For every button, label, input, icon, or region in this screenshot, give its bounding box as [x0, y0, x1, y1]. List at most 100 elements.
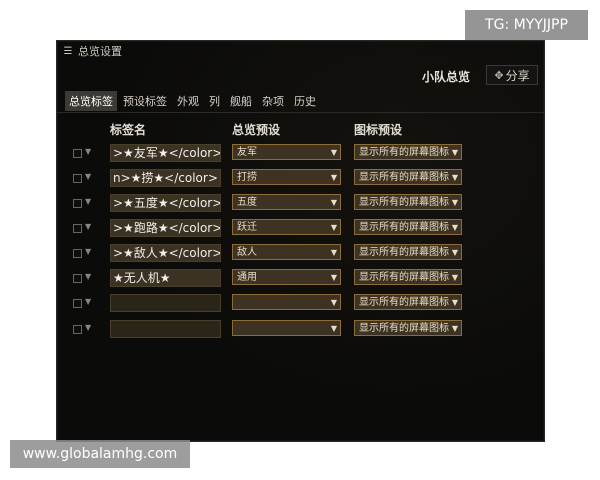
chevron-down-icon: ▼: [451, 173, 458, 182]
chevron-down-icon: ▼: [451, 223, 458, 232]
overview-preset-select[interactable]: 跃迁 ▼: [232, 219, 341, 235]
chevron-down-icon: ▼: [330, 273, 337, 282]
row-checkbox[interactable]: [73, 199, 82, 208]
icon-preset-select[interactable]: 显示所有的屏幕图标 ▼: [354, 320, 462, 336]
overview-preset-select[interactable]: 打捞 ▼: [232, 169, 341, 185]
tab-bar: 总览标签 预设标签 外观 列 舰船 杂项 历史: [65, 91, 322, 111]
row-checkbox[interactable]: [73, 325, 82, 334]
label-name-field[interactable]: >★五度★</color>: [110, 194, 221, 212]
icon-preset-select[interactable]: 显示所有的屏幕图标 ▼: [354, 144, 462, 160]
chevron-down-icon: ▼: [330, 248, 337, 257]
icon-preset-select[interactable]: 显示所有的屏幕图标 ▼: [354, 244, 462, 260]
chevron-down-icon[interactable]: ▼: [85, 247, 91, 256]
tab-divider: [57, 112, 544, 113]
icon-preset-select[interactable]: 显示所有的屏幕图标 ▼: [354, 169, 462, 185]
overview-preset-select[interactable]: 友军 ▼: [232, 144, 341, 160]
chevron-down-icon: ▼: [330, 173, 337, 182]
icon-preset-select[interactable]: 显示所有的屏幕图标 ▼: [354, 194, 462, 210]
chevron-down-icon: ▼: [330, 223, 337, 232]
column-header-label-name: 标签名: [110, 123, 147, 137]
table-row: ▼ >★五度★</color> 五度 ▼ 显示所有的屏幕图标 ▼: [57, 194, 544, 212]
label-name-field[interactable]: >★跑路★</color>: [110, 219, 221, 237]
table-row: ▼ >★跑路★</color> 跃迁 ▼ 显示所有的屏幕图标 ▼: [57, 219, 544, 237]
row-checkbox[interactable]: [73, 274, 82, 283]
window-titlebar[interactable]: ☰ 总览设置: [57, 41, 544, 61]
chevron-down-icon[interactable]: ▼: [85, 222, 91, 231]
column-header-overview-preset: 总览预设: [232, 123, 281, 137]
chevron-down-icon[interactable]: ▼: [85, 147, 91, 156]
tab-misc[interactable]: 杂项: [258, 91, 288, 111]
tab-ships[interactable]: 舰船: [226, 91, 256, 111]
tab-overview-labels[interactable]: 总览标签: [65, 91, 117, 111]
icon-preset-select[interactable]: 显示所有的屏幕图标 ▼: [354, 219, 462, 235]
overview-preset-value: 敌人: [237, 247, 257, 258]
share-button[interactable]: ✥ 分享: [486, 65, 538, 85]
chevron-down-icon: ▼: [451, 273, 458, 282]
row-checkbox[interactable]: [73, 224, 82, 233]
chevron-down-icon: ▼: [330, 324, 337, 333]
menu-icon[interactable]: ☰: [62, 46, 74, 57]
overview-preset-value: 打捞: [237, 172, 257, 183]
row-checkbox[interactable]: [73, 299, 82, 308]
tab-history[interactable]: 历史: [290, 91, 320, 111]
label-name-field[interactable]: n>★捞★</color>: [110, 169, 221, 187]
chevron-down-icon: ▼: [451, 324, 458, 333]
icon-preset-value: 显示所有的屏幕图标: [359, 172, 449, 183]
tab-preset-labels[interactable]: 预设标签: [119, 91, 171, 111]
overview-preset-value: 友军: [237, 147, 257, 158]
chevron-down-icon[interactable]: ▼: [85, 197, 91, 206]
table-row: ▼ ★无人机★ 通用 ▼ 显示所有的屏幕图标 ▼: [57, 269, 544, 287]
chevron-down-icon: ▼: [330, 198, 337, 207]
table-row: ▼ n>★捞★</color> 打捞 ▼ 显示所有的屏幕图标 ▼: [57, 169, 544, 187]
table-row: ▼ ▼ 显示所有的屏幕图标 ▼: [57, 294, 544, 312]
share-icon: ✥: [494, 68, 504, 82]
chevron-down-icon: ▼: [451, 248, 458, 257]
overview-preset-select[interactable]: ▼: [232, 294, 341, 310]
icon-preset-value: 显示所有的屏幕图标: [359, 247, 449, 258]
overview-preset-value: 通用: [237, 272, 257, 283]
label-name-field[interactable]: [110, 294, 221, 312]
overview-preset-select[interactable]: 五度 ▼: [232, 194, 341, 210]
chevron-down-icon: ▼: [330, 148, 337, 157]
row-checkbox[interactable]: [73, 174, 82, 183]
tg-watermark: TG: MYYJJPP: [465, 10, 588, 40]
icon-preset-value: 显示所有的屏幕图标: [359, 222, 449, 233]
icon-preset-value: 显示所有的屏幕图标: [359, 323, 449, 334]
tab-appearance[interactable]: 外观: [173, 91, 203, 111]
chevron-down-icon[interactable]: ▼: [85, 297, 91, 306]
chevron-down-icon: ▼: [451, 298, 458, 307]
table-row: ▼ >★友军★</color> 友军 ▼ 显示所有的屏幕图标 ▼: [57, 144, 544, 162]
icon-preset-select[interactable]: 显示所有的屏幕图标 ▼: [354, 294, 462, 310]
squad-overview-label: 小队总览: [422, 70, 471, 84]
overview-preset-select[interactable]: ▼: [232, 320, 341, 336]
icon-preset-value: 显示所有的屏幕图标: [359, 197, 449, 208]
overview-preset-value: 跃迁: [237, 222, 257, 233]
label-name-field[interactable]: >★敌人★</color>: [110, 244, 221, 262]
icon-preset-value: 显示所有的屏幕图标: [359, 272, 449, 283]
chevron-down-icon: ▼: [451, 148, 458, 157]
label-name-field[interactable]: [110, 320, 221, 338]
table-row: ▼ ▼ 显示所有的屏幕图标 ▼: [57, 320, 544, 338]
overview-settings-window: ☰ 总览设置 小队总览 ✥ 分享 总览标签 预设标签 外观 列 舰船 杂项 历史…: [56, 40, 545, 442]
label-name-field[interactable]: ★无人机★: [110, 269, 221, 287]
column-header-icon-preset: 图标预设: [354, 123, 403, 137]
table-row: ▼ >★敌人★</color> 敌人 ▼ 显示所有的屏幕图标 ▼: [57, 244, 544, 262]
chevron-down-icon: ▼: [451, 198, 458, 207]
icon-preset-select[interactable]: 显示所有的屏幕图标 ▼: [354, 269, 462, 285]
chevron-down-icon[interactable]: ▼: [85, 172, 91, 181]
site-watermark: www.globalamhg.com: [10, 440, 190, 468]
chevron-down-icon: ▼: [330, 298, 337, 307]
icon-preset-value: 显示所有的屏幕图标: [359, 297, 449, 308]
icon-preset-value: 显示所有的屏幕图标: [359, 147, 449, 158]
share-label: 分享: [505, 68, 530, 83]
chevron-down-icon[interactable]: ▼: [85, 272, 91, 281]
label-name-field[interactable]: >★友军★</color>: [110, 144, 221, 162]
overview-preset-select[interactable]: 敌人 ▼: [232, 244, 341, 260]
overview-preset-value: 五度: [237, 197, 257, 208]
overview-preset-select[interactable]: 通用 ▼: [232, 269, 341, 285]
tab-columns[interactable]: 列: [205, 91, 224, 111]
window-title: 总览设置: [78, 45, 122, 58]
chevron-down-icon[interactable]: ▼: [85, 323, 91, 332]
row-checkbox[interactable]: [73, 149, 82, 158]
row-checkbox[interactable]: [73, 249, 82, 258]
